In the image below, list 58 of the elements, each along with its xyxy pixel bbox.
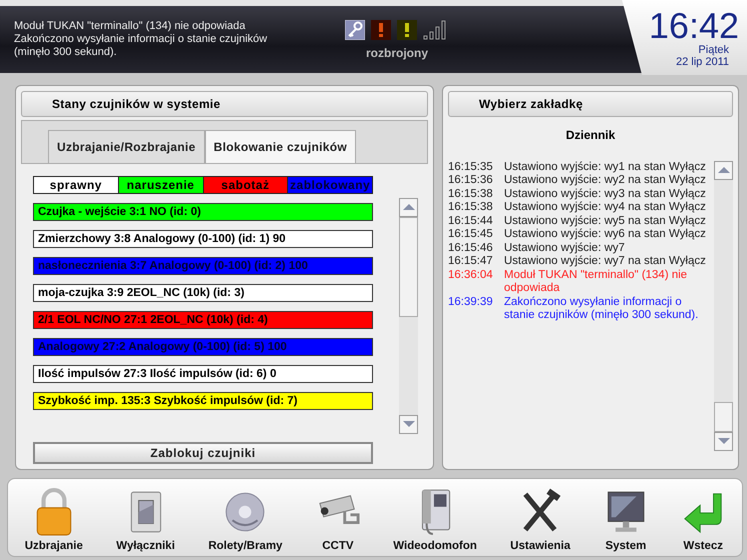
clock-date: 22 lip 2011 xyxy=(676,56,730,68)
log-message: Ustawiono wyjście: wy3 na stan Wyłącz xyxy=(504,188,707,202)
status-message: (minęło 300 sekund). xyxy=(14,46,118,59)
scrollbar[interactable] xyxy=(399,198,418,434)
log-time: 16:15:36 xyxy=(448,174,494,188)
log-message: Ustawiono wyjście: wy7 xyxy=(504,242,626,256)
log-time: 16:15:47 xyxy=(448,255,494,269)
dock-button[interactable]: System xyxy=(604,488,648,552)
panel-title: Wybierz zakładkę xyxy=(448,90,733,117)
sensor-row[interactable]: moja-czujka 3:9 2EOL_NC (10k) (id: 3) xyxy=(33,284,373,302)
clock-weekday: Piątek xyxy=(698,44,730,56)
log-message: Ustawiono wyjście: wy6 na stan Wyłącz xyxy=(504,228,707,242)
clock-time: 16:42 xyxy=(648,8,739,44)
status-message: Zakończono wysyłanie informacji o stanie czujników xyxy=(14,32,268,46)
dock-button[interactable]: Uzbrajanie xyxy=(24,488,83,552)
legend-item: naruszenie xyxy=(118,176,204,193)
log-time: 16:15:38 xyxy=(448,201,494,215)
log-message: Ustawiono wyjście: wy4 na stan Wyłącz xyxy=(504,201,707,215)
sensor-row[interactable]: 2/1 EOL NC/NO 27:1 2EOL_NC (10k) (id: 4) xyxy=(33,310,373,329)
dock-button[interactable]: CCTV xyxy=(316,488,360,552)
dock-button[interactable]: Wyłączniki xyxy=(116,488,175,552)
log-time: 16:15:45 xyxy=(448,228,494,242)
scrollbar[interactable] xyxy=(714,160,733,451)
log-time: 16:15:46 xyxy=(448,242,494,256)
legend-item: sabotaż xyxy=(204,176,288,193)
dock-button[interactable]: Rolety/Bramy xyxy=(208,488,282,552)
legend-item: zablokowany xyxy=(288,176,372,193)
warning-icon xyxy=(371,20,391,40)
system-state: rozbrojony xyxy=(366,46,428,60)
block-sensors-button[interactable]: Zablokuj czujniki xyxy=(33,442,373,464)
dock-button[interactable]: Wideodomofon xyxy=(393,488,477,552)
dock-button[interactable]: Wstecz xyxy=(681,488,726,552)
panel-title: Stany czujników w systemie xyxy=(21,90,428,117)
scrollbar-thumb[interactable] xyxy=(714,402,733,432)
log-time: 16:15:38 xyxy=(448,188,494,202)
log-message: Ustawiono wyjście: wy2 na stan Wyłącz xyxy=(504,174,707,188)
log-message: Ustawiono wyjście: wy5 na stan Wyłącz xyxy=(504,214,707,228)
log-time: 16:15:35 xyxy=(448,160,494,174)
key-icon xyxy=(345,20,365,40)
dock-button[interactable]: Ustawienia xyxy=(510,488,570,552)
log-message: Zakończono wysyłanie informacji o stanie czujników (minęło 300 sekund). xyxy=(504,296,700,323)
scrollbar-thumb[interactable] xyxy=(399,216,418,317)
sensor-row[interactable]: Ilość impulsów 27:3 Ilość impulsów (id: 6) 0 xyxy=(33,364,373,383)
log-message: Ustawiono wyjście: wy7 na stan Wyłącz xyxy=(504,255,707,269)
tab[interactable]: Uzbrajanie/Rozbrajanie xyxy=(48,130,205,163)
warning-icon xyxy=(397,20,417,40)
journal-title: Dziennik xyxy=(564,128,616,142)
tab[interactable]: Blokowanie czujników xyxy=(204,130,356,163)
sensor-row[interactable]: Zmierzchowy 3:8 Analogowy (0-100) (id: 1) 90 xyxy=(33,230,373,248)
status-message: Moduł TUKAN "terminallo" (134) nie odpowiada xyxy=(14,20,246,33)
log-time: 16:15:44 xyxy=(448,214,494,228)
sensor-row[interactable]: Czujka - wejście 3:1 NO (id: 0) xyxy=(33,202,373,221)
log-time: 16:36:04 xyxy=(448,268,494,283)
log-time: 16:39:39 xyxy=(448,296,494,310)
legend-item: sprawny xyxy=(34,176,119,193)
log-message: Moduł TUKAN "terminallo" (134) nie odpowiada xyxy=(504,268,688,296)
log-message: Ustawiono wyjście: wy1 na stan Wyłącz xyxy=(504,160,707,174)
sensor-row[interactable]: Szybkość imp. 135:3 Szybkość impulsów (id: 7) xyxy=(33,392,373,410)
